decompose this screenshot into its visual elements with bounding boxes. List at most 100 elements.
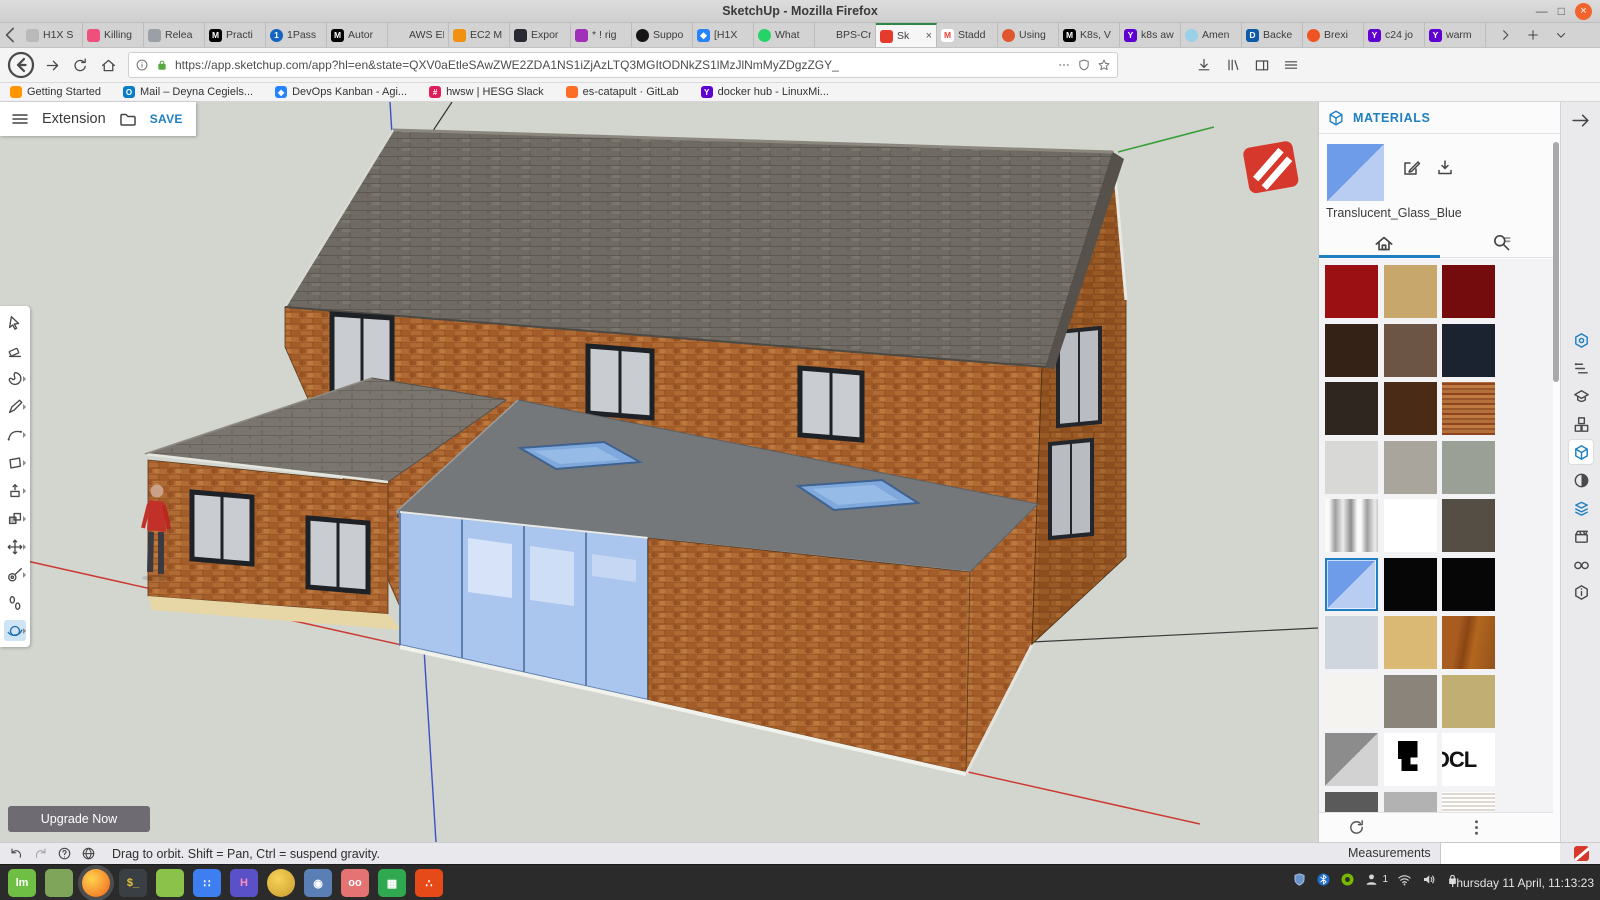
browser-tab-20[interactable]: Amen: [1181, 23, 1242, 47]
model-viewport[interactable]: [0, 102, 1318, 842]
tab-scroll-right-button[interactable]: [1498, 28, 1512, 42]
tool-push-pull[interactable]: [4, 480, 26, 501]
tool-walk[interactable]: [4, 592, 26, 613]
security-shield-icon[interactable]: [1292, 872, 1307, 887]
language-icon[interactable]: [81, 846, 96, 861]
taskbar-app-show-desktop[interactable]: [45, 869, 73, 897]
maximize-button[interactable]: □: [1558, 3, 1565, 20]
page-info-icon[interactable]: [135, 58, 149, 72]
network-icon[interactable]: [1397, 872, 1412, 887]
browser-tab-10[interactable]: * ! rig: [571, 23, 632, 47]
user-icon[interactable]: [1364, 872, 1379, 887]
volume-icon[interactable]: [1421, 872, 1436, 887]
minimize-button[interactable]: —: [1536, 3, 1548, 20]
edit-material-icon[interactable]: [1401, 158, 1421, 178]
material-swatch-tan-shingles[interactable]: [1442, 675, 1495, 728]
bookmark-item-4[interactable]: #hwsw | HESG Slack: [429, 86, 544, 98]
tab-close-icon[interactable]: ×: [925, 30, 932, 42]
taskbar-app-app-red[interactable]: ∴: [415, 869, 443, 897]
taskbar-app-firefox[interactable]: [82, 869, 110, 897]
bookmark-item-1[interactable]: Getting Started: [10, 86, 101, 98]
save-button[interactable]: SAVE: [150, 112, 183, 126]
material-swatch-dim-gray[interactable]: [1325, 792, 1378, 813]
undo-icon[interactable]: [9, 846, 24, 861]
tool-solids[interactable]: [4, 508, 26, 529]
sync-materials-icon[interactable]: [1347, 818, 1366, 837]
nvidia-icon[interactable]: [1340, 872, 1355, 887]
material-swatch-two-tone-gray[interactable]: [1325, 733, 1378, 786]
taskbar-app-app-gold[interactable]: [267, 869, 295, 897]
browser-tab-13[interactable]: What: [754, 23, 815, 47]
tool-tape-measure[interactable]: [4, 564, 26, 585]
material-swatch-taupe[interactable]: [1442, 499, 1495, 552]
panel-scenes[interactable]: [1569, 524, 1593, 548]
material-swatch-espresso[interactable]: [1325, 382, 1378, 435]
panel-entity-info[interactable]: [1569, 328, 1593, 352]
browser-tab-2[interactable]: Killing: [83, 23, 144, 47]
bookmark-star-icon[interactable]: [1097, 58, 1111, 72]
tool-eraser[interactable]: [4, 340, 26, 361]
material-swatch-green-aggregate[interactable]: [1442, 441, 1495, 494]
upgrade-button[interactable]: Upgrade Now: [8, 806, 150, 832]
material-swatch-brown[interactable]: [1384, 324, 1437, 377]
taskbar-app-file-manager[interactable]: [156, 869, 184, 897]
browser-tab-6[interactable]: MAutor: [327, 23, 388, 47]
menu-icon[interactable]: [1283, 57, 1299, 73]
tab-home-materials[interactable]: [1373, 232, 1395, 254]
sidebar-icon[interactable]: [1254, 57, 1270, 73]
material-swatch-light-concrete[interactable]: [1325, 441, 1378, 494]
bookmark-item-3[interactable]: ◆DevOps Kanban - Agi...: [275, 86, 407, 98]
tab-browse-materials[interactable]: [1491, 232, 1513, 254]
reload-button[interactable]: [66, 51, 94, 79]
open-folder-icon[interactable]: [118, 109, 138, 129]
material-swatch-tan[interactable]: [1384, 265, 1437, 318]
new-tab-button[interactable]: [1526, 28, 1540, 42]
material-swatch-white[interactable]: [1384, 499, 1437, 552]
browser-tab-17[interactable]: Using: [998, 23, 1059, 47]
browser-tab-9[interactable]: Expor: [510, 23, 571, 47]
redo-icon[interactable]: [33, 846, 48, 861]
tool-select[interactable]: [4, 312, 26, 333]
panel-tags[interactable]: [1569, 496, 1593, 520]
material-swatch-slate-shingles[interactable]: [1384, 675, 1437, 728]
browser-tab-21[interactable]: DBacke: [1242, 23, 1303, 47]
browser-tab-14[interactable]: BPS-Cred: [815, 23, 876, 47]
url-text[interactable]: https://app.sketchup.com/app?hl=en&state…: [175, 58, 1051, 72]
panel-display[interactable]: [1569, 552, 1593, 576]
import-material-icon[interactable]: [1435, 158, 1455, 178]
browser-tab-23[interactable]: Yc24 jo: [1364, 23, 1425, 47]
browser-tab-1[interactable]: H1X S: [22, 23, 83, 47]
page-actions-icon[interactable]: [1057, 58, 1071, 72]
tool-line[interactable]: [4, 396, 26, 417]
taskbar-app-mint-menu[interactable]: lm: [8, 869, 36, 897]
measurements-input[interactable]: [1440, 843, 1560, 864]
collapse-panel-icon[interactable]: [1570, 110, 1591, 131]
panel-outliner[interactable]: [1569, 356, 1593, 380]
browser-tab-24[interactable]: Ywarm: [1425, 23, 1486, 47]
browser-tab-8[interactable]: EC2 M: [449, 23, 510, 47]
panel-scrollbar[interactable]: [1553, 142, 1559, 382]
tool-paint[interactable]: [4, 368, 26, 389]
material-swatch-dark-brown[interactable]: [1325, 324, 1378, 377]
browser-tab-4[interactable]: MPracti: [205, 23, 266, 47]
browser-tab-11[interactable]: Suppo: [632, 23, 693, 47]
url-bar[interactable]: https://app.sketchup.com/app?hl=en&state…: [128, 52, 1118, 78]
panel-instructor[interactable]: [1569, 384, 1593, 408]
close-button[interactable]: ×: [1575, 3, 1592, 20]
home-button[interactable]: [94, 51, 122, 79]
material-swatch-off-white[interactable]: [1325, 675, 1378, 728]
back-button[interactable]: [4, 48, 38, 82]
material-swatch-black[interactable]: [1442, 558, 1495, 611]
browser-tab-16[interactable]: MStadd: [937, 23, 998, 47]
material-swatch-sandstone[interactable]: [1384, 616, 1437, 669]
browser-tab-3[interactable]: Relea: [144, 23, 205, 47]
material-swatch-gray-aggregate[interactable]: [1384, 441, 1437, 494]
forward-button[interactable]: [38, 51, 66, 79]
more-options-icon[interactable]: [1467, 818, 1486, 837]
bookmark-item-5[interactable]: es-catapult · GitLab: [566, 86, 679, 98]
taskbar-app-app-blue[interactable]: ∷: [193, 869, 221, 897]
taskbar-app-spreadsheet[interactable]: ▦: [378, 869, 406, 897]
tab-scroll-left-button[interactable]: [0, 23, 22, 47]
browser-tab-7[interactable]: AWS EBS: [388, 23, 449, 47]
help-icon[interactable]: [57, 846, 72, 861]
